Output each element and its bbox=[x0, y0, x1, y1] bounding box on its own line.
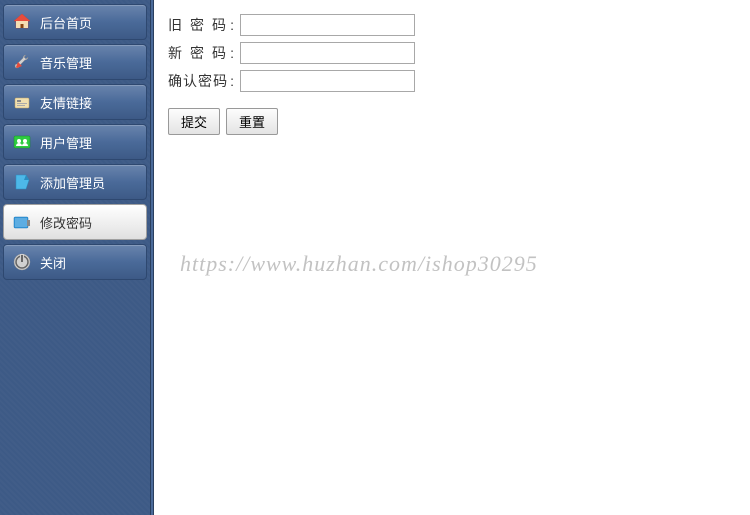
confirm-password-input[interactable] bbox=[240, 70, 415, 92]
link-icon bbox=[12, 92, 32, 112]
submit-button[interactable]: 提交 bbox=[168, 108, 220, 135]
nav-item-users[interactable]: 用户管理 bbox=[3, 124, 147, 160]
watermark-text: https://www.huzhan.com/ishop30295 bbox=[180, 251, 538, 277]
new-password-label: 新 密 码 bbox=[168, 43, 240, 63]
nav-label: 友情链接 bbox=[40, 93, 92, 112]
main-content: 旧 密 码 新 密 码 确认密码 提交 重置 https://www.huzha… bbox=[154, 0, 750, 515]
nav-label: 关闭 bbox=[40, 253, 66, 272]
sidebar: 后台首页 音乐管理 友情链接 用户管理 添加管理员 bbox=[0, 0, 150, 515]
home-icon bbox=[12, 12, 32, 32]
confirm-password-label: 确认密码 bbox=[168, 71, 240, 91]
nav-label: 修改密码 bbox=[40, 213, 92, 232]
reset-button[interactable]: 重置 bbox=[226, 108, 278, 135]
old-password-input[interactable] bbox=[240, 14, 415, 36]
users-icon bbox=[12, 132, 32, 152]
nav-item-password[interactable]: 修改密码 bbox=[3, 204, 147, 240]
nav-item-links[interactable]: 友情链接 bbox=[3, 84, 147, 120]
nav-label: 添加管理员 bbox=[40, 173, 105, 192]
password-icon bbox=[12, 212, 32, 232]
nav-label: 用户管理 bbox=[40, 133, 92, 152]
power-icon bbox=[12, 252, 32, 272]
nav-item-close[interactable]: 关闭 bbox=[3, 244, 147, 280]
wrench-icon bbox=[12, 52, 32, 72]
new-password-input[interactable] bbox=[240, 42, 415, 64]
nav-item-add-admin[interactable]: 添加管理员 bbox=[3, 164, 147, 200]
nav-item-music[interactable]: 音乐管理 bbox=[3, 44, 147, 80]
nav-label: 音乐管理 bbox=[40, 53, 92, 72]
add-admin-icon bbox=[12, 172, 32, 192]
nav-label: 后台首页 bbox=[40, 13, 92, 32]
nav-item-home[interactable]: 后台首页 bbox=[3, 4, 147, 40]
old-password-label: 旧 密 码 bbox=[168, 15, 240, 35]
